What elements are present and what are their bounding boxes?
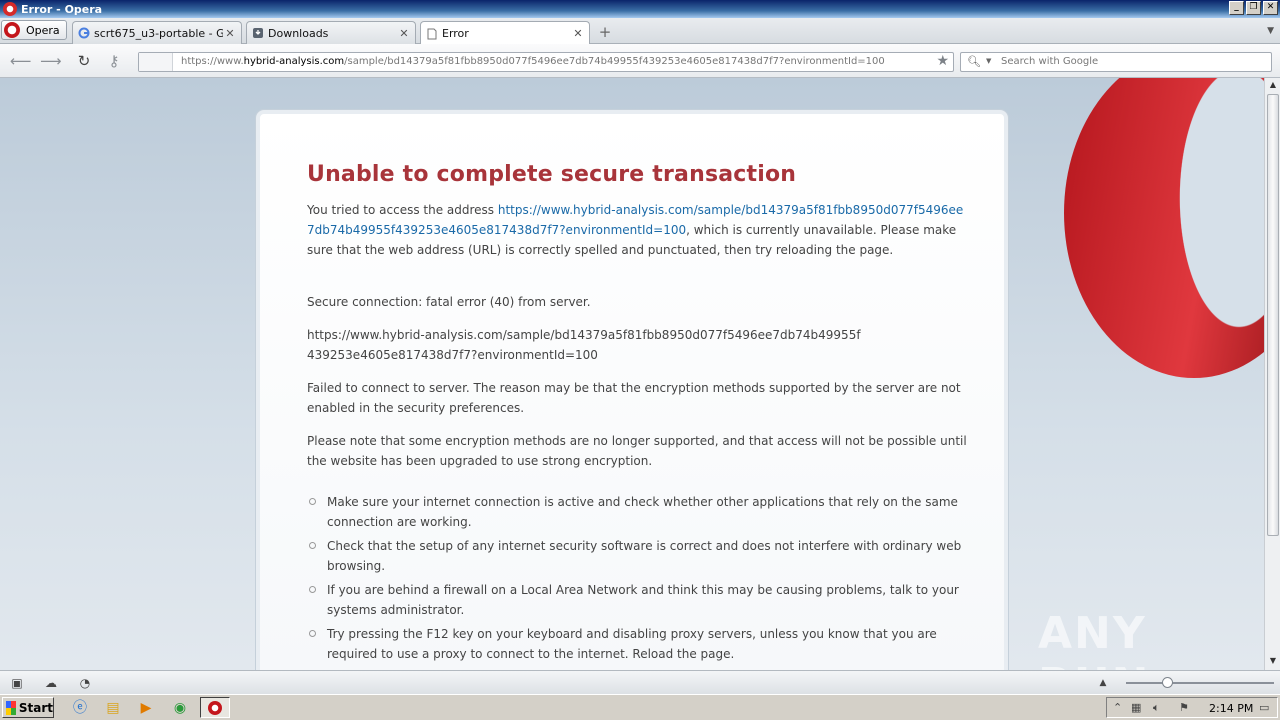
taskbar-clock[interactable]: 2:14 PM [1209, 702, 1253, 715]
vertical-scrollbar[interactable]: ▲ ▼ [1264, 78, 1280, 670]
tab-close-icon[interactable]: ✕ [397, 27, 411, 40]
list-item: Make sure your internet connection is ac… [307, 492, 967, 532]
tab-list-chevron-icon[interactable]: ▼ [1267, 26, 1274, 36]
internet-explorer-icon[interactable]: ⓔ [70, 698, 90, 718]
list-item: If you are behind a firewall on a Local … [307, 580, 967, 620]
tab-google[interactable]: scrt675_u3-portable - G... ✕ [72, 21, 242, 44]
error-paragraph-secure: Secure connection: fatal error (40) from… [307, 295, 591, 309]
back-button[interactable]: ⟵ [10, 52, 32, 70]
navigation-toolbar: ⟵ ⟶ ↻ ⚷ https://www.hybrid-analysis.com/… [0, 44, 1280, 78]
panel-toggle-icon[interactable]: ▣ [10, 676, 24, 690]
close-window-button[interactable]: ✕ [1263, 1, 1278, 15]
window-title: Error - Opera [21, 2, 103, 16]
tab-close-icon[interactable]: ✕ [223, 27, 237, 40]
search-engine-dropdown-icon[interactable]: ▼ [986, 57, 991, 65]
forward-button[interactable]: ⟶ [40, 52, 62, 70]
tray-expand-icon[interactable]: ⌃ [1113, 701, 1122, 714]
tab-error[interactable]: Error ✕ [420, 21, 590, 45]
opera-taskbar-button[interactable] [200, 697, 230, 718]
tab-downloads[interactable]: Downloads ✕ [246, 21, 416, 44]
scroll-up-icon[interactable]: ▲ [1267, 80, 1279, 92]
error-paragraph-address: You tried to access the address https://… [307, 203, 964, 257]
volume-icon[interactable]: 🔈︎ [1153, 701, 1160, 715]
new-tab-button[interactable]: + [596, 24, 614, 40]
search-placeholder: Search with Google [1001, 56, 1099, 67]
start-button[interactable]: Start [2, 697, 54, 718]
security-badge[interactable] [139, 53, 173, 71]
key-icon[interactable]: ⚷ [104, 52, 124, 70]
anyrun-watermark: ANY RUN [1038, 608, 1148, 670]
troubleshooting-list: Make sure your internet connection is ac… [307, 492, 967, 668]
error-title: Unable to complete secure transaction [307, 162, 797, 187]
opera-menu-button[interactable]: Opera [1, 20, 67, 40]
zoom-slider-knob[interactable] [1162, 677, 1173, 688]
opera-background-logo [1064, 78, 1264, 378]
tab-close-icon[interactable]: ✕ [571, 27, 585, 40]
network-icon[interactable]: ▦ [1131, 701, 1141, 714]
opera-menu-icon [4, 22, 20, 38]
windows-logo-icon [6, 700, 16, 715]
list-item: Check that the setup of any internet sec… [307, 536, 967, 576]
flag-icon[interactable]: ⚑ [1179, 701, 1189, 714]
search-input[interactable]: 🔍︎ ▼ Search with Google [960, 52, 1272, 72]
opera-unite-icon[interactable]: ☁ [44, 676, 58, 690]
page-viewport: Unable to complete secure transaction Yo… [0, 78, 1264, 670]
scrollbar-thumb[interactable] [1267, 94, 1279, 536]
zoom-slider[interactable] [1126, 677, 1274, 688]
status-bar: ▣ ☁ ◔ ▲ [0, 670, 1280, 694]
chrome-icon[interactable]: ◉ [170, 698, 190, 718]
scroll-down-icon[interactable]: ▼ [1267, 656, 1279, 668]
media-player-icon[interactable]: ▶ [136, 698, 156, 718]
windows-taskbar: Start ⓔ ▤ ▶ ◉ ⌃ ▦ 🔈︎ ⚑ 2:14 PM ▭ [0, 694, 1280, 720]
turbo-icon[interactable]: ◔ [78, 676, 92, 690]
show-desktop-icon[interactable]: ▭ [1259, 701, 1269, 714]
minimize-button[interactable]: _ [1229, 1, 1244, 15]
address-url[interactable]: https://www.hybrid-analysis.com/sample/b… [181, 56, 885, 67]
search-icon: 🔍︎ [967, 55, 981, 68]
list-item: Try pressing the F12 key on your keyboar… [307, 624, 967, 664]
address-bar[interactable]: https://www.hybrid-analysis.com/sample/b… [138, 52, 954, 72]
bookmark-star-icon[interactable]: ★ [936, 53, 949, 69]
zoom-menu-icon[interactable]: ▲ [1096, 676, 1110, 690]
google-icon [78, 27, 90, 39]
error-panel: Unable to complete secure transaction Yo… [256, 110, 1008, 670]
file-explorer-icon[interactable]: ▤ [103, 698, 123, 718]
opera-taskbar-icon [208, 701, 222, 715]
system-tray: ⌃ ▦ 🔈︎ ⚑ 2:14 PM ▭ [1106, 697, 1278, 718]
tab-strip: Opera scrt675_u3-portable - G... ✕ Downl… [0, 18, 1280, 45]
window-titlebar: Error - Opera _ ❐ ✕ [0, 0, 1280, 18]
reload-button[interactable]: ↻ [74, 52, 94, 70]
restore-button[interactable]: ❐ [1246, 1, 1261, 15]
start-label: Start [18, 700, 53, 715]
tab-title: Downloads [268, 26, 329, 40]
error-paragraph-note: Please note that some encryption methods… [307, 434, 967, 468]
opera-logo-icon [3, 2, 17, 16]
tab-title: scrt675_u3-portable - G... [94, 26, 223, 40]
error-paragraph-url: https://www.hybrid-analysis.com/sample/b… [307, 328, 861, 362]
page-icon [427, 28, 437, 39]
opera-menu-label: Opera [26, 23, 60, 37]
error-paragraph-failed: Failed to connect to server. The reason … [307, 381, 961, 415]
download-icon [253, 28, 263, 38]
tab-title: Error [442, 27, 469, 40]
